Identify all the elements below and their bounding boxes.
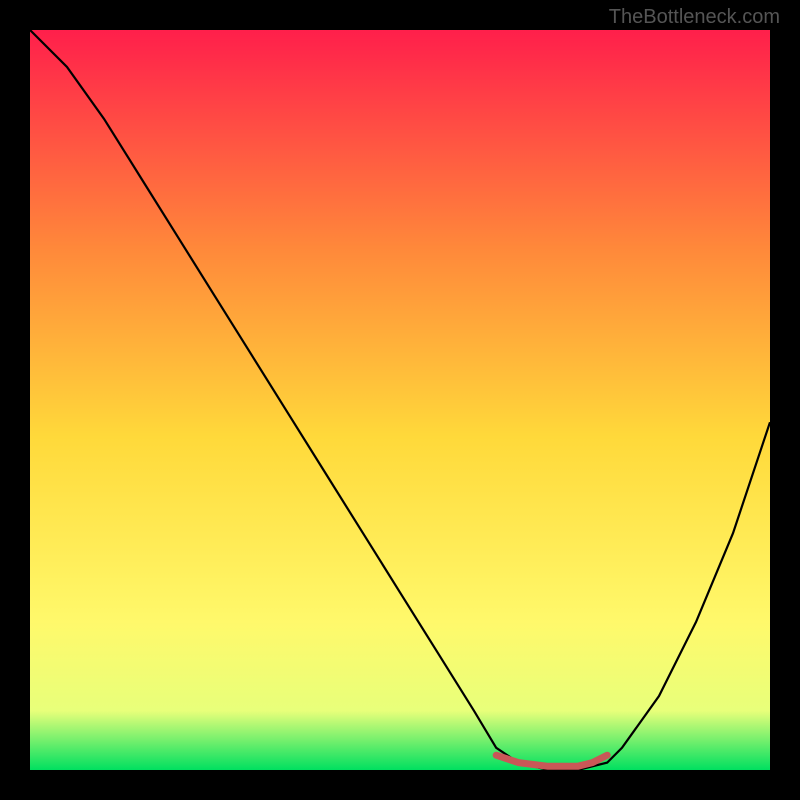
chart-svg bbox=[30, 30, 770, 770]
chart-container bbox=[30, 30, 770, 770]
watermark-text: TheBottleneck.com bbox=[609, 6, 780, 29]
gradient-bg bbox=[30, 30, 770, 770]
